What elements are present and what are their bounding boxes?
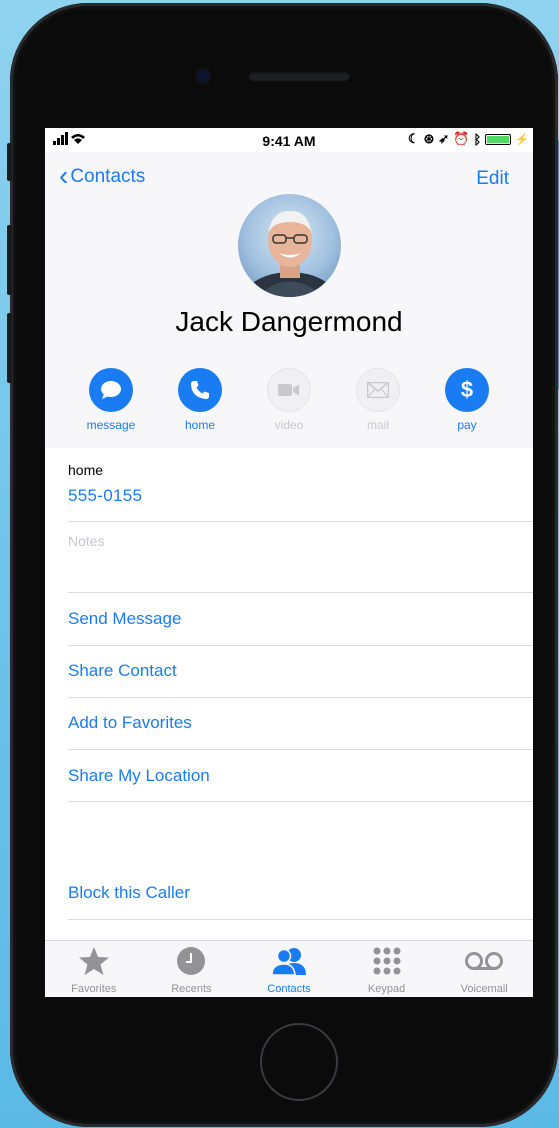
- divider: [68, 521, 533, 522]
- contacts-icon: [271, 947, 306, 980]
- charging-icon: ⚡: [515, 133, 529, 146]
- pay-action-label: pay: [457, 418, 477, 432]
- location-arrow-icon: ➶: [438, 131, 450, 146]
- tab-contacts-label: Contacts: [267, 983, 311, 995]
- home-button[interactable]: [260, 1023, 338, 1101]
- pay-action[interactable]: $ pay: [423, 368, 511, 432]
- phone-row[interactable]: home 555-0155: [68, 462, 142, 506]
- block-caller-link[interactable]: Block this Caller: [68, 883, 190, 903]
- tab-voicemail-label: Voicemail: [460, 983, 508, 995]
- status-bar: 9:41 AM ☾ ⊛ ➶ ⏰ ᛒ ⚡: [45, 128, 533, 152]
- volume-up-button: [7, 225, 12, 295]
- tab-keypad[interactable]: Keypad: [338, 941, 436, 997]
- earpiece-speaker: [248, 71, 350, 81]
- video-action-label: video: [274, 418, 304, 432]
- moon-icon: ☾: [407, 131, 420, 146]
- tab-recents[interactable]: Recents: [143, 941, 241, 997]
- tab-voicemail[interactable]: Voicemail: [435, 941, 533, 997]
- star-icon: [78, 947, 109, 980]
- contact-name: Jack Dangermond: [175, 306, 403, 337]
- video-camera-icon: [267, 368, 311, 412]
- status-icons: ☾ ⊛ ➶ ⏰ ᛒ ⚡: [408, 131, 529, 147]
- phone-screen: 9:41 AM ☾ ⊛ ➶ ⏰ ᛒ ⚡ ‹ Contacts Edit Jack…: [45, 128, 533, 997]
- phone-icon: [178, 368, 222, 412]
- divider: [68, 697, 533, 698]
- tab-favorites-label: Favorites: [71, 983, 117, 995]
- keypad-icon: [372, 947, 402, 980]
- front-camera: [197, 70, 209, 82]
- battery-icon: [485, 133, 512, 145]
- edit-button[interactable]: Edit: [476, 168, 509, 190]
- divider: [68, 749, 533, 750]
- envelope-icon: [356, 368, 400, 412]
- add-to-favorites-link[interactable]: Add to Favorites: [68, 713, 192, 733]
- volume-down-button: [7, 313, 12, 383]
- message-action-label: message: [86, 418, 136, 432]
- mail-action-label: mail: [366, 418, 389, 432]
- divider: [68, 919, 533, 920]
- back-button[interactable]: ‹ Contacts: [59, 159, 146, 191]
- tab-favorites[interactable]: Favorites: [45, 941, 143, 997]
- divider: [68, 592, 533, 593]
- voicemail-icon: [464, 947, 504, 980]
- tab-keypad-label: Keypad: [367, 983, 406, 995]
- tab-recents-label: Recents: [171, 983, 212, 995]
- call-action-label: home: [184, 418, 216, 432]
- share-contact-link[interactable]: Share Contact: [68, 661, 177, 681]
- back-label: Contacts: [70, 166, 146, 187]
- message-action[interactable]: message: [67, 368, 155, 432]
- rotation-lock-icon: ⊛: [423, 131, 435, 146]
- avatar: [238, 194, 341, 297]
- mail-action: mail: [334, 368, 422, 432]
- alarm-icon: ⏰: [453, 131, 470, 146]
- send-message-link[interactable]: Send Message: [68, 609, 181, 629]
- tab-contacts[interactable]: Contacts: [240, 941, 338, 997]
- share-location-link[interactable]: Share My Location: [68, 766, 210, 786]
- quick-actions: message home video mail $ pay: [67, 368, 511, 432]
- call-home-action[interactable]: home: [156, 368, 244, 432]
- clock-icon: [177, 947, 206, 980]
- mute-switch: [7, 143, 12, 181]
- divider: [68, 645, 533, 646]
- video-action: video: [245, 368, 333, 432]
- phone-number[interactable]: 555-0155: [68, 486, 142, 506]
- chevron-left-icon: ‹: [59, 159, 69, 191]
- message-bubble-icon: [89, 368, 133, 412]
- notes-field[interactable]: Notes: [68, 533, 105, 549]
- tab-bar: Favorites Recents Contacts Keypad Voicem…: [45, 940, 533, 997]
- bluetooth-icon: ᛒ: [473, 131, 482, 147]
- dollar-icon: $: [445, 368, 489, 412]
- divider: [68, 801, 533, 802]
- phone-label: home: [68, 462, 104, 478]
